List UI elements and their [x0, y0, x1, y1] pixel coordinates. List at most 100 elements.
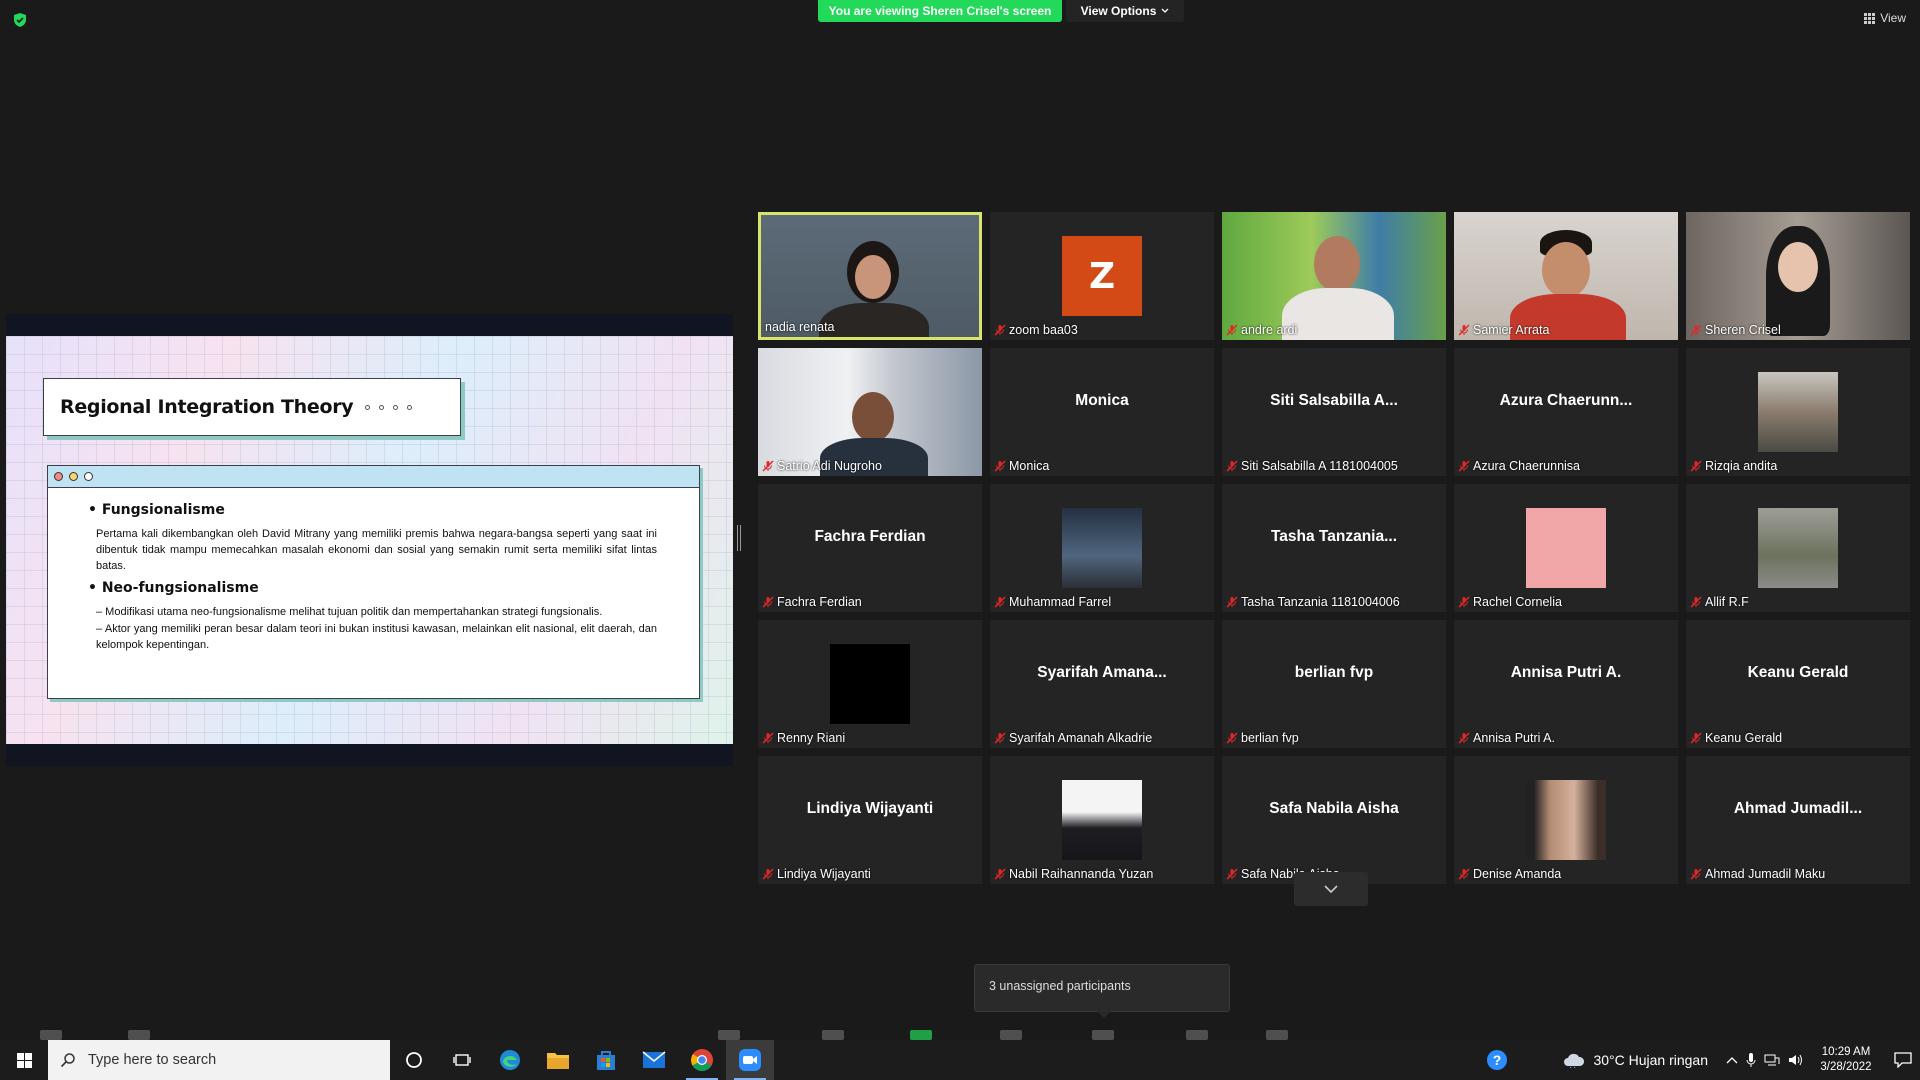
- view-options-button[interactable]: View Options: [1066, 0, 1184, 22]
- participant-name: andre ardi: [1241, 323, 1298, 337]
- help-icon: ?: [1487, 1050, 1508, 1070]
- participant-name: Nabil Raihannanda Yuzan: [1009, 867, 1154, 881]
- view-options-label: View Options: [1080, 4, 1157, 18]
- task-view-button[interactable]: [438, 1040, 486, 1080]
- chevron-down-icon: [1161, 8, 1169, 13]
- participant-name: berlian fvp: [1241, 731, 1299, 745]
- mic-muted-icon: [994, 460, 1006, 472]
- apps-button[interactable]: [1266, 1030, 1288, 1040]
- gallery-next-page-button[interactable]: [1294, 872, 1368, 906]
- participant-avatar: [1526, 508, 1606, 588]
- participant-tile[interactable]: Tasha Tanzania... Tasha Tanzania 11810040…: [1222, 484, 1446, 612]
- participant-tile[interactable]: Fachra Ferdian Fachra Ferdian: [758, 484, 982, 612]
- mic-muted-icon: [1226, 596, 1238, 608]
- participant-name-label: Sheren Crisel: [1690, 323, 1781, 337]
- participant-name-label: Rachel Cornelia: [1458, 595, 1562, 609]
- start-button[interactable]: [0, 1040, 48, 1080]
- participant-tile[interactable]: Nabil Raihannanda Yuzan: [990, 756, 1214, 884]
- help-button[interactable]: ?: [1477, 1040, 1517, 1080]
- participant-tile[interactable]: Annisa Putri A. Annisa Putri A.: [1454, 620, 1678, 748]
- participant-tile[interactable]: Allif R.F: [1686, 484, 1910, 612]
- participant-tile[interactable]: Monica Monica: [990, 348, 1214, 476]
- edge-icon: [500, 1050, 520, 1070]
- participant-name-label: Allif R.F: [1690, 595, 1749, 609]
- participant-tile[interactable]: Siti Salsabilla A... Siti Salsabilla A 11…: [1222, 348, 1446, 476]
- weather-text[interactable]: 30°C Hujan ringan: [1593, 1052, 1708, 1068]
- chevron-up-icon[interactable]: [1726, 1056, 1738, 1064]
- taskbar-edge[interactable]: [486, 1040, 534, 1080]
- volume-icon[interactable]: [1788, 1053, 1804, 1067]
- taskbar-clock[interactable]: 10:29 AM 3/28/2022: [1812, 1045, 1880, 1075]
- participant-name-label: Lindiya Wijayanti: [762, 867, 871, 881]
- task-view-icon: [453, 1054, 471, 1066]
- participant-tile[interactable]: Samier Arrata: [1454, 212, 1678, 340]
- participant-tile[interactable]: berlian fvp berlian fvp: [1222, 620, 1446, 748]
- participant-display-name: Lindiya Wijayanti: [806, 800, 934, 817]
- mic-muted-icon: [1690, 732, 1702, 744]
- participants-button[interactable]: [718, 1030, 740, 1040]
- participant-name: Syarifah Amanah Alkadrie: [1009, 731, 1153, 745]
- mic-muted-icon: [1690, 596, 1702, 608]
- mic-muted-icon: [762, 732, 774, 744]
- chat-button[interactable]: [822, 1030, 844, 1040]
- microphone-icon[interactable]: [1746, 1052, 1756, 1068]
- taskbar-search-box[interactable]: Type here to search: [48, 1040, 390, 1080]
- cortana-button[interactable]: [390, 1040, 438, 1080]
- participant-name-label: Siti Salsabilla A 1181004005: [1226, 459, 1398, 473]
- participant-tile[interactable]: Denise Amanda: [1454, 756, 1678, 884]
- participant-name: Fachra Ferdian: [777, 595, 862, 609]
- chevron-down-icon: [1324, 884, 1338, 893]
- mic-muted-icon: [1226, 732, 1238, 744]
- taskbar-store[interactable]: [582, 1040, 630, 1080]
- participant-name: Rizqia andita: [1705, 459, 1778, 473]
- participant-tile[interactable]: Ahmad Jumadil... Ahmad Jumadil Maku: [1686, 756, 1910, 884]
- breakout-rooms-button[interactable]: [1092, 1030, 1114, 1040]
- participant-tile[interactable]: Sheren Crisel: [1686, 212, 1910, 340]
- participant-tile[interactable]: Zzoom baa03: [990, 212, 1214, 340]
- clock-time: 10:29 AM: [1821, 1046, 1871, 1058]
- encryption-shield-icon[interactable]: [12, 12, 28, 28]
- participant-display-name: Monica: [1075, 392, 1129, 409]
- notifications-icon[interactable]: [1894, 1052, 1912, 1068]
- mic-muted-icon: [762, 596, 774, 608]
- view-layout-button[interactable]: View: [1864, 11, 1906, 25]
- taskbar-file-explorer[interactable]: [534, 1040, 582, 1080]
- search-placeholder: Type here to search: [88, 1052, 217, 1068]
- slide-title: Regional Integration Theory: [60, 396, 354, 418]
- mic-muted-icon: [1226, 324, 1238, 336]
- participant-tile[interactable]: Renny Riani: [758, 620, 982, 748]
- mic-muted-icon: [1458, 460, 1470, 472]
- participant-tile[interactable]: Safa Nabila Aisha Safa Nabila Aisha: [1222, 756, 1446, 884]
- video-button[interactable]: [128, 1030, 150, 1040]
- participant-tile[interactable]: Azura Chaerunn... Azura Chaerunnisa: [1454, 348, 1678, 476]
- participant-name-label: zoom baa03: [994, 323, 1078, 337]
- participant-tile[interactable]: Rachel Cornelia: [1454, 484, 1678, 612]
- participant-name: Renny Riani: [777, 731, 846, 745]
- participant-tile[interactable]: Rizqia andita: [1686, 348, 1910, 476]
- participant-display-name: Syarifah Amana...: [1037, 664, 1167, 681]
- participant-tile[interactable]: Keanu Gerald Keanu Gerald: [1686, 620, 1910, 748]
- participant-name-label: Ahmad Jumadil Maku: [1690, 867, 1825, 881]
- taskbar-zoom[interactable]: [726, 1040, 774, 1080]
- participant-tile[interactable]: Syarifah Amana... Syarifah Amanah Alkadri…: [990, 620, 1214, 748]
- shared-screen[interactable]: Regional Integration Theory • Fungsional…: [6, 314, 733, 766]
- participant-display-name: Keanu Gerald: [1747, 664, 1849, 681]
- audio-button[interactable]: [40, 1030, 62, 1040]
- taskbar-chrome[interactable]: [678, 1040, 726, 1080]
- participant-tile[interactable]: Satrio Adi Nugroho: [758, 348, 982, 476]
- participant-tile[interactable]: nadia renata: [758, 212, 982, 340]
- reactions-button[interactable]: [1186, 1030, 1208, 1040]
- participant-name-label: andre ardi: [1226, 323, 1297, 337]
- participant-name: Monica: [1009, 459, 1050, 473]
- participant-tile[interactable]: Muhammad Farrel: [990, 484, 1214, 612]
- share-screen-button[interactable]: [910, 1030, 932, 1040]
- participant-name: nadia renata: [765, 320, 835, 334]
- participant-name: Ahmad Jumadil Maku: [1705, 867, 1826, 881]
- participant-tile[interactable]: andre ardi: [1222, 212, 1446, 340]
- network-icon[interactable]: [1764, 1053, 1780, 1067]
- taskbar-mail[interactable]: [630, 1040, 678, 1080]
- record-button[interactable]: [1000, 1030, 1022, 1040]
- participant-name: Samier Arrata: [1473, 323, 1550, 337]
- split-view-handle[interactable]: [736, 525, 742, 555]
- participant-tile[interactable]: Lindiya Wijayanti Lindiya Wijayanti: [758, 756, 982, 884]
